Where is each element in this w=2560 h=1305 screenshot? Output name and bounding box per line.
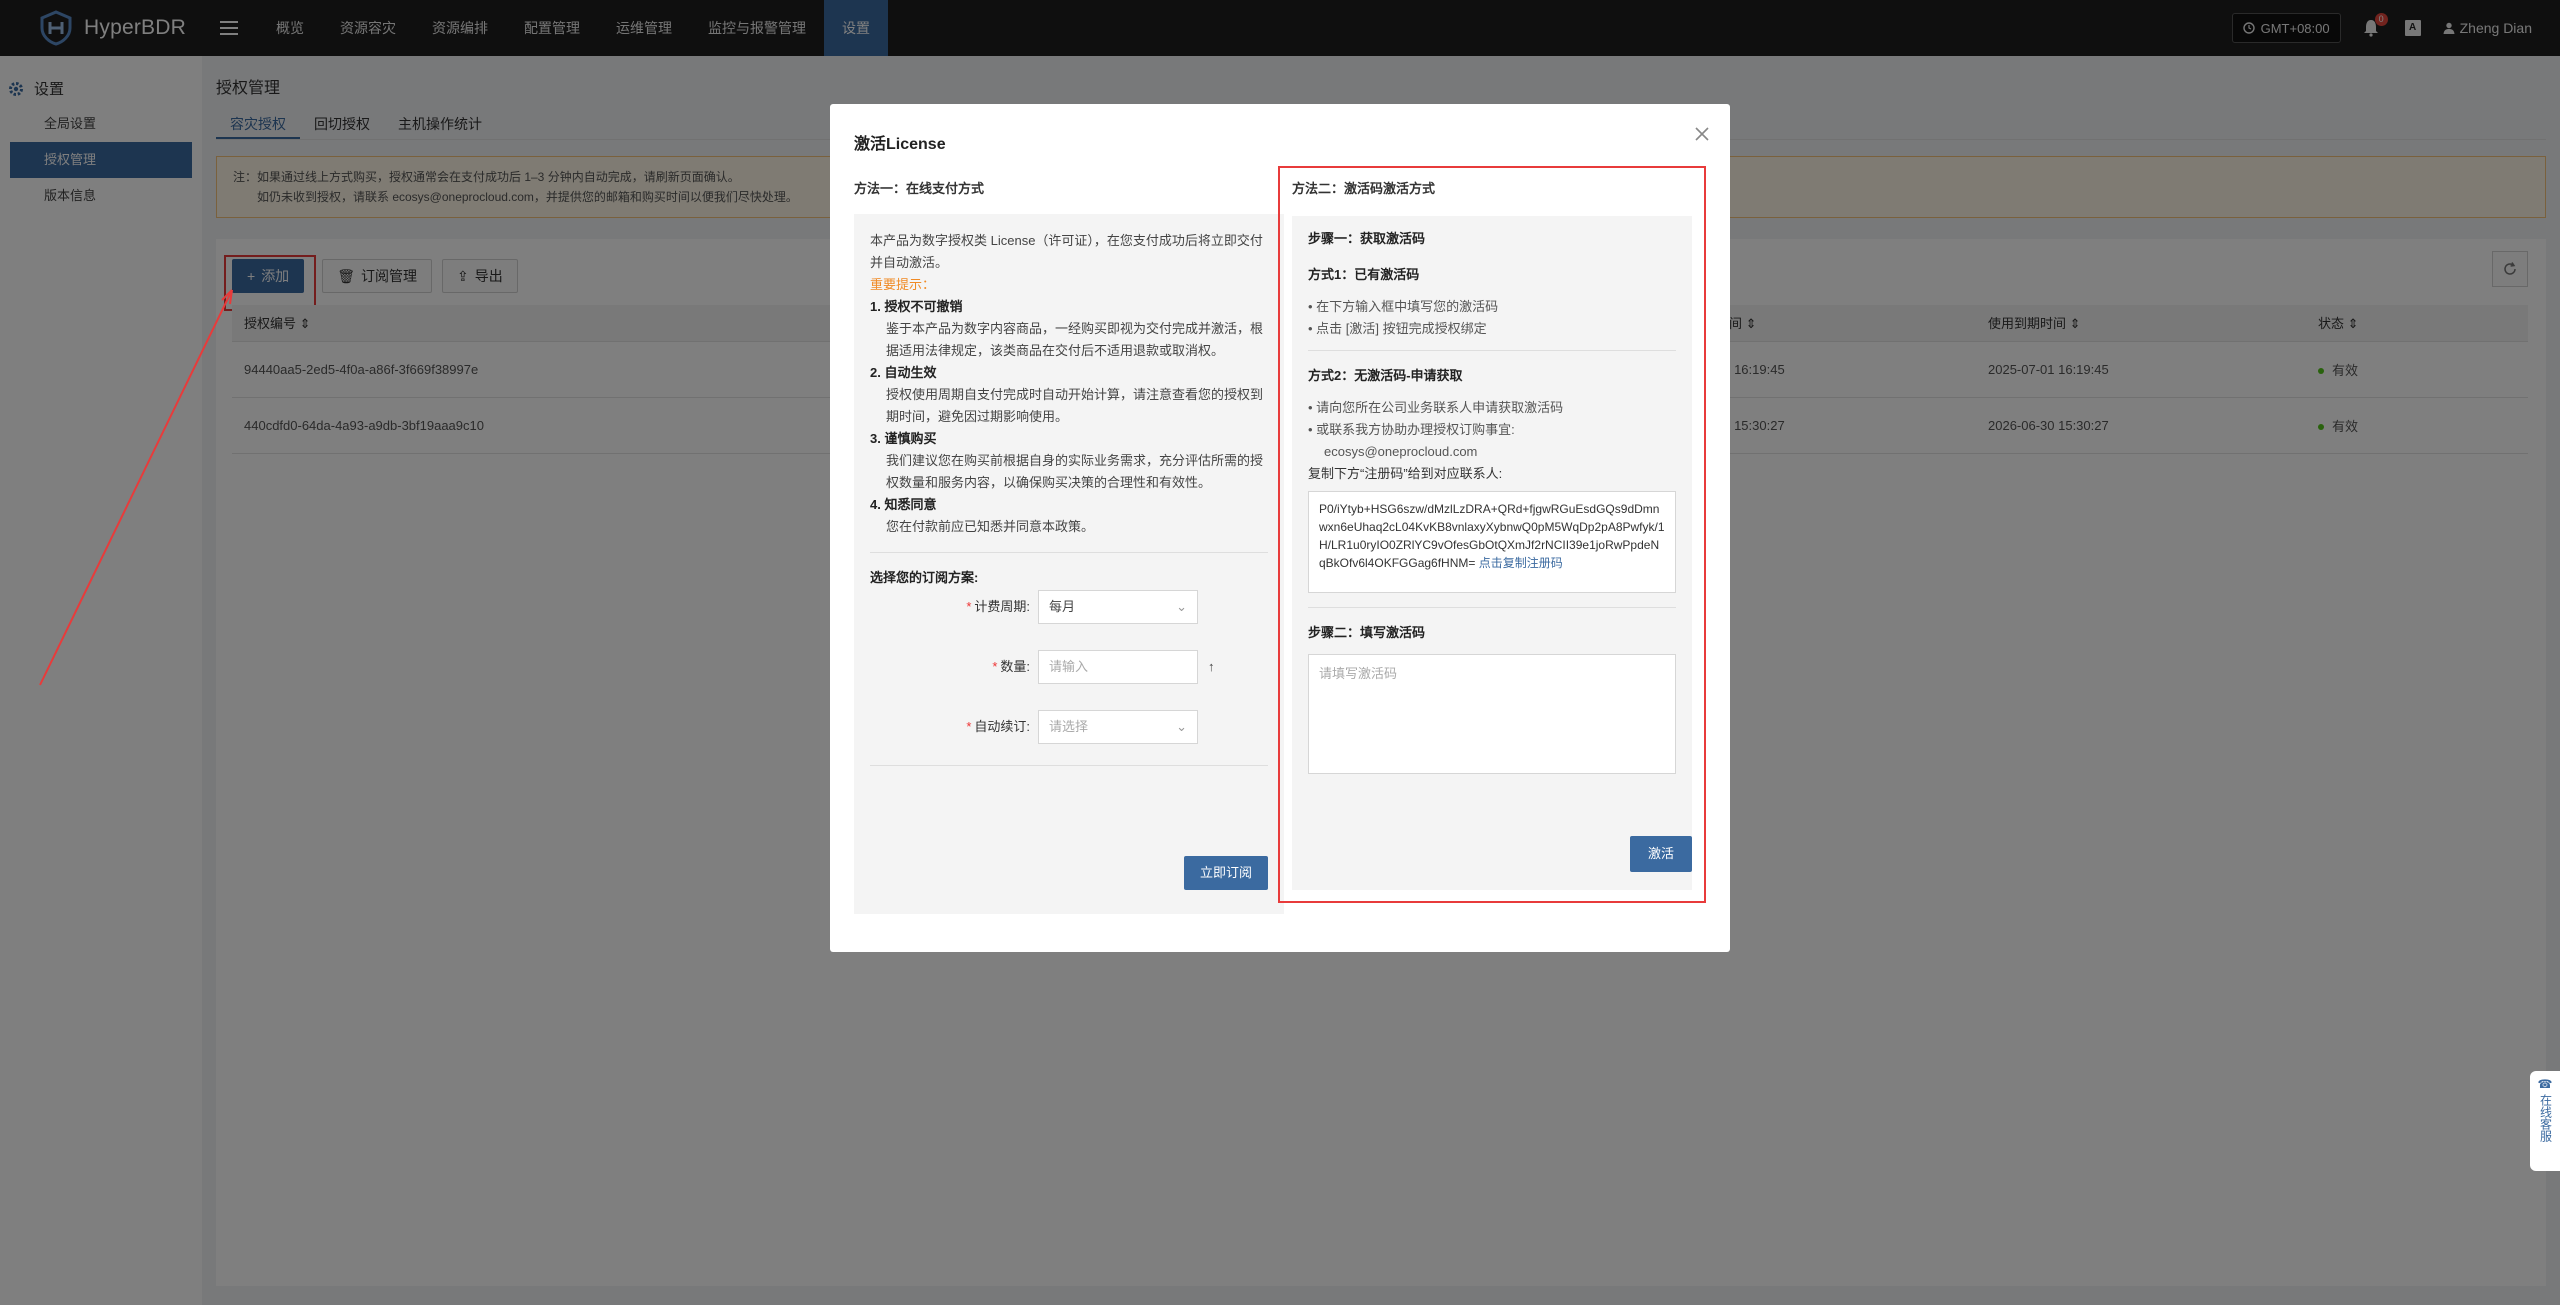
point-desc: 鉴于本产品为数字内容商品，一经购买即视为交付完成并激活，根据适用法律规定，该类商… [886, 321, 1264, 358]
subscribe-button[interactable]: 立即订阅 [1183, 856, 1268, 890]
billing-row: * 计费周期: 每月 ⌄ [870, 589, 1268, 625]
point-title: 1. 授权不可撤销 [870, 299, 963, 314]
divider [870, 552, 1268, 553]
list-item: • 在下方输入框中填写您的激活码 [1308, 299, 1499, 314]
chevron-down-icon: ⌄ [1176, 719, 1187, 734]
quantity-row: * 数量: 请输入 ↑ [870, 649, 1268, 685]
arrow-up-icon[interactable]: ↑ [1208, 656, 1215, 678]
registration-code-box: P0/iYtyb+HSG6szw/dMzlLzDRA+QRd+fjgwRGuEs… [1308, 491, 1676, 593]
headset-icon: ☎ [2537, 1077, 2553, 1091]
activate-button[interactable]: 激活 [1630, 836, 1692, 872]
list-item: • 点击 [激活] 按钮完成授权绑定 [1308, 321, 1487, 336]
way-two-title: 方式2：无激活码-申请获取 [1308, 368, 1463, 383]
quantity-input[interactable]: 请输入 [1038, 650, 1198, 684]
divider [1308, 607, 1676, 608]
point-desc: 授权使用周期自支付完成时自动开始计算，请注意查看您的授权到期时间，避免因过期影响… [886, 387, 1264, 424]
chevron-down-icon: ⌄ [1176, 599, 1187, 614]
dialog-title: 激活License [854, 136, 946, 153]
step-two-title: 步骤二：填写激活码 [1308, 625, 1426, 640]
online-service-tab[interactable]: ☎ 在线客服 [2530, 1071, 2560, 1171]
activation-code-section: 方法二：激活码激活方式 步骤一：获取激活码 方式1：已有激活码 • 在下方输入框… [1278, 166, 1706, 903]
auto-renew-row: * 自动续订: 请选择 ⌄ [870, 709, 1268, 745]
plan-title: 选择您的订阅方案: [870, 570, 979, 585]
copy-hint: 复制下方“注册码”给到对应联系人: [1308, 466, 1503, 481]
auto-renew-label: * 自动续订: [966, 719, 1030, 734]
intro-text: 本产品为数字授权类 License（许可证），在您支付成功后将立即交付并自动激活… [870, 233, 1263, 270]
warning-label: 重要提示： [870, 277, 936, 292]
point-title: 4. 知悉同意 [870, 497, 937, 512]
billing-cycle-select[interactable]: 每月 ⌄ [1038, 590, 1198, 624]
online-service-label: 在线客服 [2538, 1094, 2553, 1142]
way-one-title: 方式1：已有激活码 [1308, 267, 1420, 282]
step-one-title: 步骤一：获取激活码 [1308, 231, 1426, 246]
list-item: • 请向您所在公司业务联系人申请获取激活码 [1308, 400, 1564, 415]
point-desc: 我们建议您在购买前根据自身的实际业务需求，充分评估所需的授权数量和服务内容，以确… [886, 453, 1264, 490]
activate-license-dialog: 激活License 方法一：在线支付方式 本产品为数字授权类 License（许… [830, 104, 1730, 952]
point-title: 2. 自动生效 [870, 365, 937, 380]
point-title: 3. 谨慎购买 [870, 431, 937, 446]
activation-code-input[interactable]: 请填写激活码 [1308, 654, 1676, 774]
close-icon[interactable] [1692, 124, 1712, 144]
point-desc: 您在付款前应已知悉并同意本政策。 [886, 519, 1095, 534]
activation-code-card: 步骤一：获取激活码 方式1：已有激活码 • 在下方输入框中填写您的激活码 • 点… [1292, 216, 1692, 890]
method-two-heading: 方法二：激活码激活方式 [1292, 181, 1436, 196]
method-one-heading: 方法一：在线支付方式 [854, 181, 985, 196]
auto-renew-select[interactable]: 请选择 ⌄ [1038, 710, 1198, 744]
quantity-label: * 数量: [992, 659, 1030, 674]
online-payment-card: 本产品为数字授权类 License（许可证），在您支付成功后将立即交付并自动激活… [854, 214, 1284, 914]
billing-label: * 计费周期: [966, 599, 1030, 614]
divider [1308, 350, 1676, 351]
contact-email: ecosys@oneprocloud.com [1324, 444, 1478, 459]
list-item: • 或联系我方协助办理授权订购事宜: [1308, 422, 1515, 437]
divider [870, 765, 1268, 766]
copy-code-link[interactable]: 点击复制注册码 [1479, 556, 1563, 570]
